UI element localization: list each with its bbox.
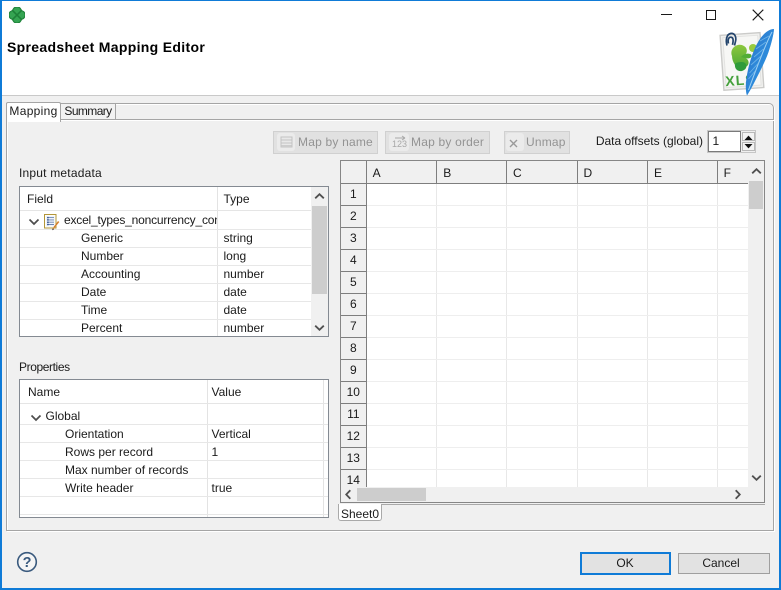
svg-text:?: ? <box>23 555 32 571</box>
svg-text:123: 123 <box>392 139 407 149</box>
